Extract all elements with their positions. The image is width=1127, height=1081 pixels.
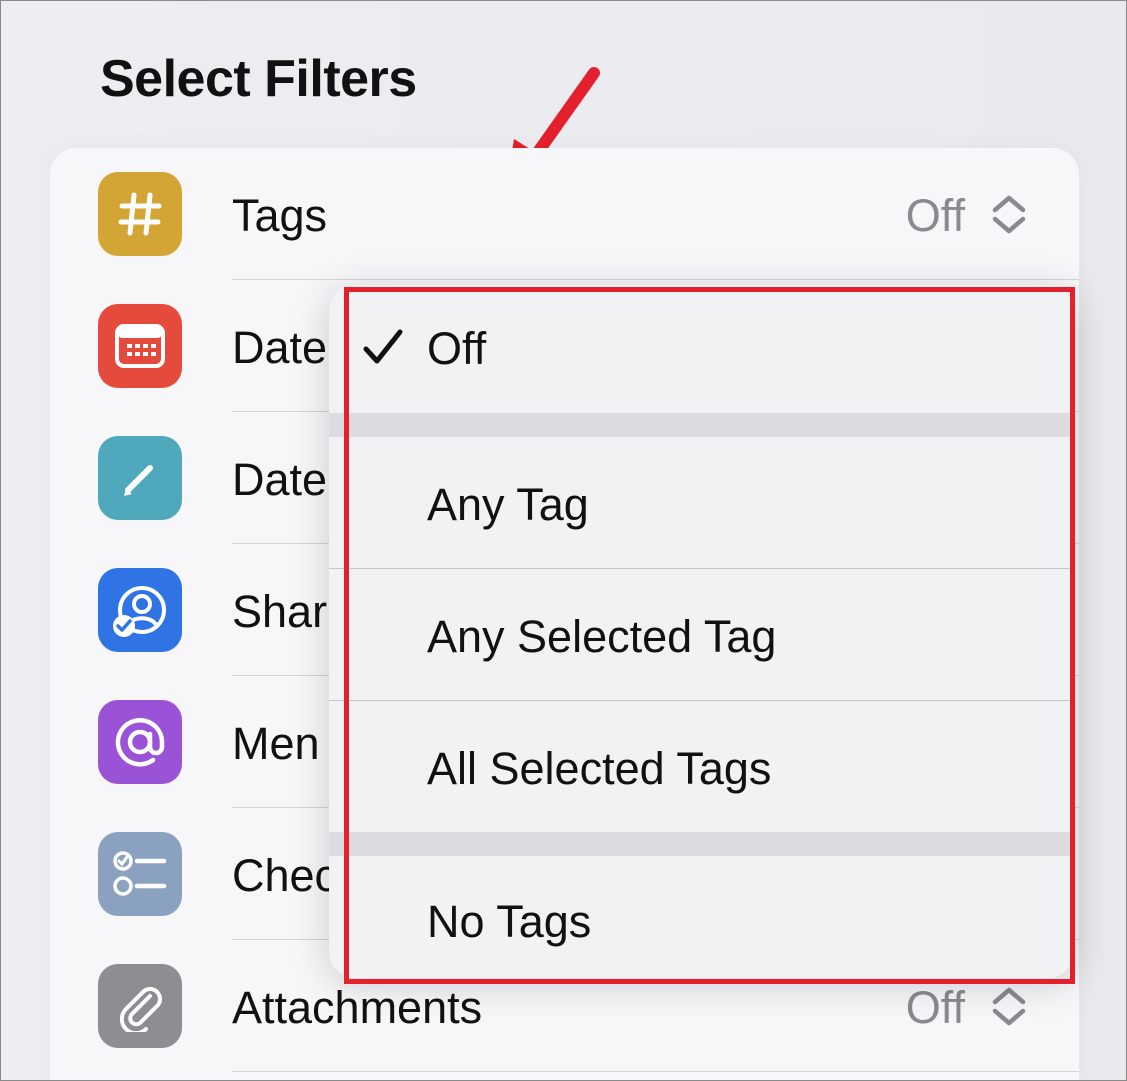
filter-row-tags[interactable]: Tags Off (50, 148, 1079, 280)
menu-option-label: Any Selected Tag (427, 611, 777, 662)
menu-option-any-selected-tag[interactable]: Any Selected Tag (329, 569, 1074, 700)
screen: Select Filters Tags Off Date Date Shar M… (0, 0, 1127, 1081)
chevron-updown-icon (992, 195, 1026, 234)
chevron-updown-icon (992, 987, 1026, 1026)
filter-label: Date (232, 322, 328, 373)
checklist-icon (98, 832, 182, 916)
filter-label: Men (232, 718, 320, 769)
menu-option-label: Off (427, 323, 487, 374)
filter-label: Chec (232, 850, 338, 901)
filter-value: Off (905, 982, 965, 1033)
menu-option-off[interactable]: Off (329, 285, 1074, 413)
menu-option-label: All Selected Tags (427, 743, 772, 794)
calendar-icon (98, 304, 182, 388)
tags-filter-menu: Off Any Tag Any Selected Tag All Selecte… (329, 285, 1074, 978)
menu-option-no-tags[interactable]: No Tags (329, 856, 1074, 978)
filter-label: Attachments (232, 982, 483, 1033)
page-title: Select Filters (100, 50, 417, 108)
pencil-icon (98, 436, 182, 520)
paperclip-icon (98, 964, 182, 1048)
menu-option-all-selected-tags[interactable]: All Selected Tags (329, 701, 1074, 832)
menu-group-separator (329, 832, 1074, 856)
hashtag-icon (98, 172, 182, 256)
menu-group-separator (329, 413, 1074, 437)
menu-option-label: Any Tag (427, 479, 589, 530)
menu-option-label: No Tags (427, 896, 592, 947)
filter-label: Shar (232, 586, 328, 637)
row-separator (232, 1071, 1079, 1072)
filter-value: Off (905, 190, 965, 241)
menu-option-any-tag[interactable]: Any Tag (329, 437, 1074, 568)
checkmark-icon (363, 329, 403, 364)
filter-label: Date (232, 454, 328, 505)
shared-person-icon (98, 568, 182, 652)
filter-label: Tags (232, 190, 328, 241)
at-sign-icon (98, 700, 182, 784)
